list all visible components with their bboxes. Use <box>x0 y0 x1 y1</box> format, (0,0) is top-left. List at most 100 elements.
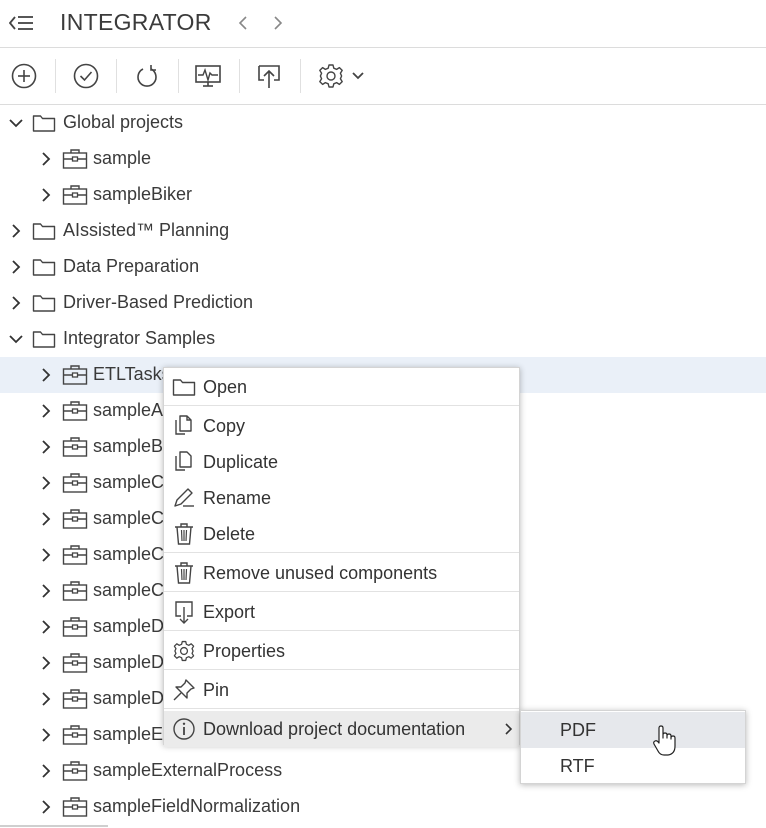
chevron-right-icon[interactable] <box>38 727 54 743</box>
tree-item-label: sampleE <box>93 724 164 744</box>
menu-collapse-icon <box>9 16 33 30</box>
chevron-right-icon[interactable] <box>38 475 54 491</box>
chevron-right-icon[interactable] <box>38 439 54 455</box>
project-icon <box>62 148 88 170</box>
monitor-icon <box>195 65 221 87</box>
menu-separator <box>164 405 519 406</box>
chevron-right-icon[interactable] <box>38 547 54 563</box>
tree-item-label: sampleD <box>93 652 165 672</box>
menu-item-rename[interactable]: Rename <box>164 480 519 516</box>
tree-item-label: Integrator Samples <box>63 328 216 348</box>
refresh-button[interactable] <box>132 61 162 91</box>
back-button[interactable] <box>229 10 257 36</box>
tree-folder-row[interactable]: Data Preparation <box>0 249 766 285</box>
project-icon <box>62 616 88 638</box>
folder-icon <box>32 220 56 242</box>
folder-icon <box>172 375 196 399</box>
tree-project-row[interactable]: sampleBiker <box>0 177 766 213</box>
monitor-button[interactable] <box>193 61 223 91</box>
chevron-right-icon[interactable] <box>38 763 54 779</box>
toolbar-separator <box>239 59 240 93</box>
tree-item-label: Driver-Based Prediction <box>63 292 254 312</box>
tree-project-row[interactable]: sampleFieldNormalization <box>0 789 766 825</box>
menu-item-export[interactable]: Export <box>164 594 519 630</box>
project-icon <box>62 580 88 602</box>
tree-folder-row[interactable]: Global projects <box>0 105 766 141</box>
toolbar-separator <box>116 59 117 93</box>
settings-button[interactable] <box>316 61 346 91</box>
refresh-icon <box>137 65 157 87</box>
pin-icon <box>172 678 196 702</box>
tree-project-row[interactable]: sample <box>0 141 766 177</box>
settings-dropdown-button[interactable] <box>350 61 366 91</box>
chevron-right-icon[interactable] <box>38 151 54 167</box>
menu-item-download-project-documentation[interactable]: Download project documentation <box>164 711 519 747</box>
menu-item-duplicate[interactable]: Duplicate <box>164 444 519 480</box>
menu-item-label: Pin <box>203 680 230 700</box>
tree-item-label: AIssisted™ Planning <box>63 220 230 240</box>
project-icon <box>62 796 88 818</box>
menu-item-label: Rename <box>203 488 272 508</box>
page-title: INTEGRATOR <box>60 9 212 35</box>
menu-item-pin[interactable]: Pin <box>164 672 519 708</box>
chevron-right-icon[interactable] <box>38 511 54 527</box>
tree-item-label: sampleExternalProcess <box>93 760 283 780</box>
menu-item-remove-unused-components[interactable]: Remove unused components <box>164 555 519 591</box>
collapse-menu-button[interactable] <box>8 10 36 36</box>
menu-item-label: Open <box>203 377 248 397</box>
project-icon <box>62 472 88 494</box>
menu-item-label: Duplicate <box>203 452 279 472</box>
chevron-right-icon[interactable] <box>8 259 24 275</box>
validate-button[interactable] <box>71 61 101 91</box>
menu-item-properties[interactable]: Properties <box>164 633 519 669</box>
chevron-right-icon[interactable] <box>38 367 54 383</box>
project-icon <box>62 436 88 458</box>
submenu-item-pdf[interactable]: PDF <box>521 712 745 748</box>
menu-item-open[interactable]: Open <box>164 369 519 405</box>
chevron-right-icon[interactable] <box>38 583 54 599</box>
project-icon <box>62 400 88 422</box>
chevron-right-icon[interactable] <box>8 295 24 311</box>
tree-item-label: sampleFieldNormalization <box>93 796 301 816</box>
tree-item-label: sampleC <box>93 544 165 564</box>
chevron-right-icon[interactable] <box>38 403 54 419</box>
chevron-down-icon <box>352 72 364 80</box>
add-button[interactable] <box>9 61 39 91</box>
tree-item-label: sampleA <box>93 400 164 420</box>
upload-button[interactable] <box>254 61 284 91</box>
chevron-right-icon[interactable] <box>8 223 24 239</box>
menu-item-delete[interactable]: Delete <box>164 516 519 552</box>
menu-separator <box>164 669 519 670</box>
check-circle-icon <box>73 63 99 89</box>
chevron-right-icon[interactable] <box>38 799 54 815</box>
toolbar-separator <box>55 59 56 93</box>
tree-folder-row[interactable]: Driver-Based Prediction <box>0 285 766 321</box>
chevron-right-icon[interactable] <box>38 187 54 203</box>
toolbar-separator <box>300 59 301 93</box>
menu-separator <box>164 630 519 631</box>
duplicate-icon <box>172 450 196 474</box>
tree-folder-row[interactable]: AIssisted™ Planning <box>0 213 766 249</box>
chevron-right-icon[interactable] <box>38 655 54 671</box>
menu-item-label: Export <box>203 602 256 622</box>
forward-button[interactable] <box>264 10 292 36</box>
menu-item-copy[interactable]: Copy <box>164 408 519 444</box>
project-icon <box>62 760 88 782</box>
tree-item-label: Data Preparation <box>63 256 200 276</box>
gear-icon <box>172 639 196 663</box>
tree-item-label: sampleD <box>93 688 165 708</box>
submenu-item-rtf[interactable]: RTF <box>521 748 745 784</box>
export-icon <box>172 600 196 624</box>
documentation-submenu: PDF RTF <box>520 710 746 784</box>
tree-item-label: Global projects <box>63 112 184 132</box>
copy-icon <box>172 414 196 438</box>
chevron-right-icon[interactable] <box>38 619 54 635</box>
chevron-right-icon[interactable] <box>38 691 54 707</box>
tree-item-label: sampleC <box>93 508 165 528</box>
trash-icon <box>172 522 196 546</box>
chevron-down-icon[interactable] <box>8 331 24 347</box>
tree-folder-row[interactable]: Integrator Samples <box>0 321 766 357</box>
plus-circle-icon <box>11 63 37 89</box>
chevron-down-icon[interactable] <box>8 115 24 131</box>
menu-separator <box>164 552 519 553</box>
